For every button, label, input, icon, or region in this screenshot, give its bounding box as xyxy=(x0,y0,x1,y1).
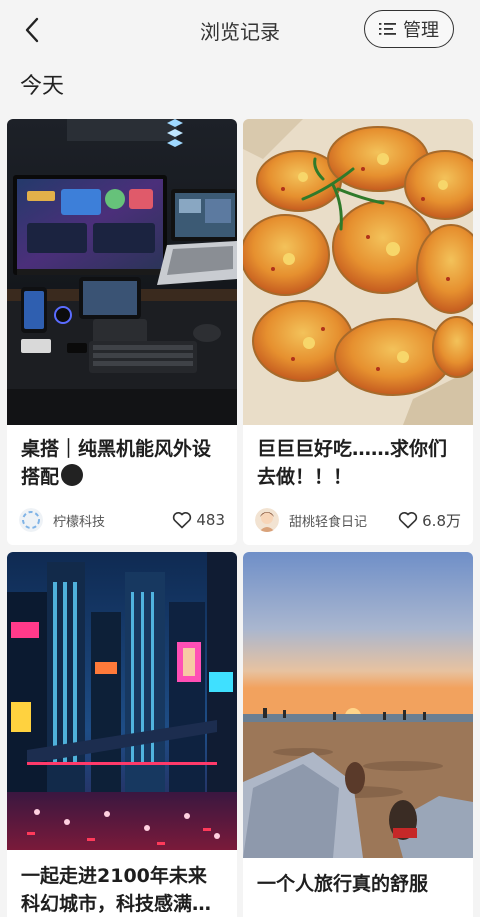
header-bar: 浏览记录 管理 xyxy=(0,0,480,60)
heart-icon xyxy=(173,512,192,529)
card-image-desk-setup xyxy=(7,119,237,425)
like-count: 6.8万 xyxy=(422,511,461,530)
card-meta: 甜桃轻食日记 6.8万 xyxy=(255,507,461,533)
feed-card[interactable]: 巨巨巨好吃……求你们去做！！！ 甜桃轻食日记 6.8万 xyxy=(243,119,473,545)
card-image-cyberpunk-city xyxy=(7,552,237,850)
card-title: 一个人旅行真的舒服 xyxy=(257,873,429,895)
section-title-today: 今天 xyxy=(20,74,65,99)
card-image-shrimp-toast xyxy=(243,119,473,425)
author-name[interactable]: 甜桃轻食日记 xyxy=(289,511,398,530)
feed-card[interactable]: 一个人旅行真的舒服 xyxy=(243,552,473,917)
card-title: 一起走进2100年未来科幻城市，科技感满… xyxy=(21,865,212,915)
manage-button[interactable]: 管理 xyxy=(364,10,454,48)
card-image-beach-sunset xyxy=(243,552,473,858)
heart-icon xyxy=(398,512,418,529)
author-name[interactable]: 柠檬科技 xyxy=(53,511,172,530)
avatar[interactable] xyxy=(19,508,43,532)
like-button[interactable]: 483 xyxy=(172,511,225,529)
feed-card[interactable]: 桌搭｜纯黑机能风外设搭配 柠檬科技 483 xyxy=(7,119,237,545)
like-count: 483 xyxy=(196,511,225,529)
manage-list-icon xyxy=(379,23,396,35)
author-avatar-icon xyxy=(19,508,43,532)
feed-card[interactable]: 一起走进2100年未来科幻城市，科技感满… xyxy=(7,552,237,917)
card-meta: 柠檬科技 483 xyxy=(19,507,225,533)
card-title: 巨巨巨好吃……求你们去做！！！ xyxy=(257,438,448,488)
black-circle-emoji xyxy=(61,464,84,486)
card-title: 桌搭｜纯黑机能风外设搭配 xyxy=(21,438,212,488)
manage-button-label: 管理 xyxy=(403,20,439,41)
avatar[interactable] xyxy=(255,508,279,532)
like-button[interactable]: 6.8万 xyxy=(398,510,461,531)
author-avatar-icon xyxy=(255,508,279,532)
back-arrow-icon xyxy=(25,17,39,43)
back-button[interactable] xyxy=(16,14,48,46)
